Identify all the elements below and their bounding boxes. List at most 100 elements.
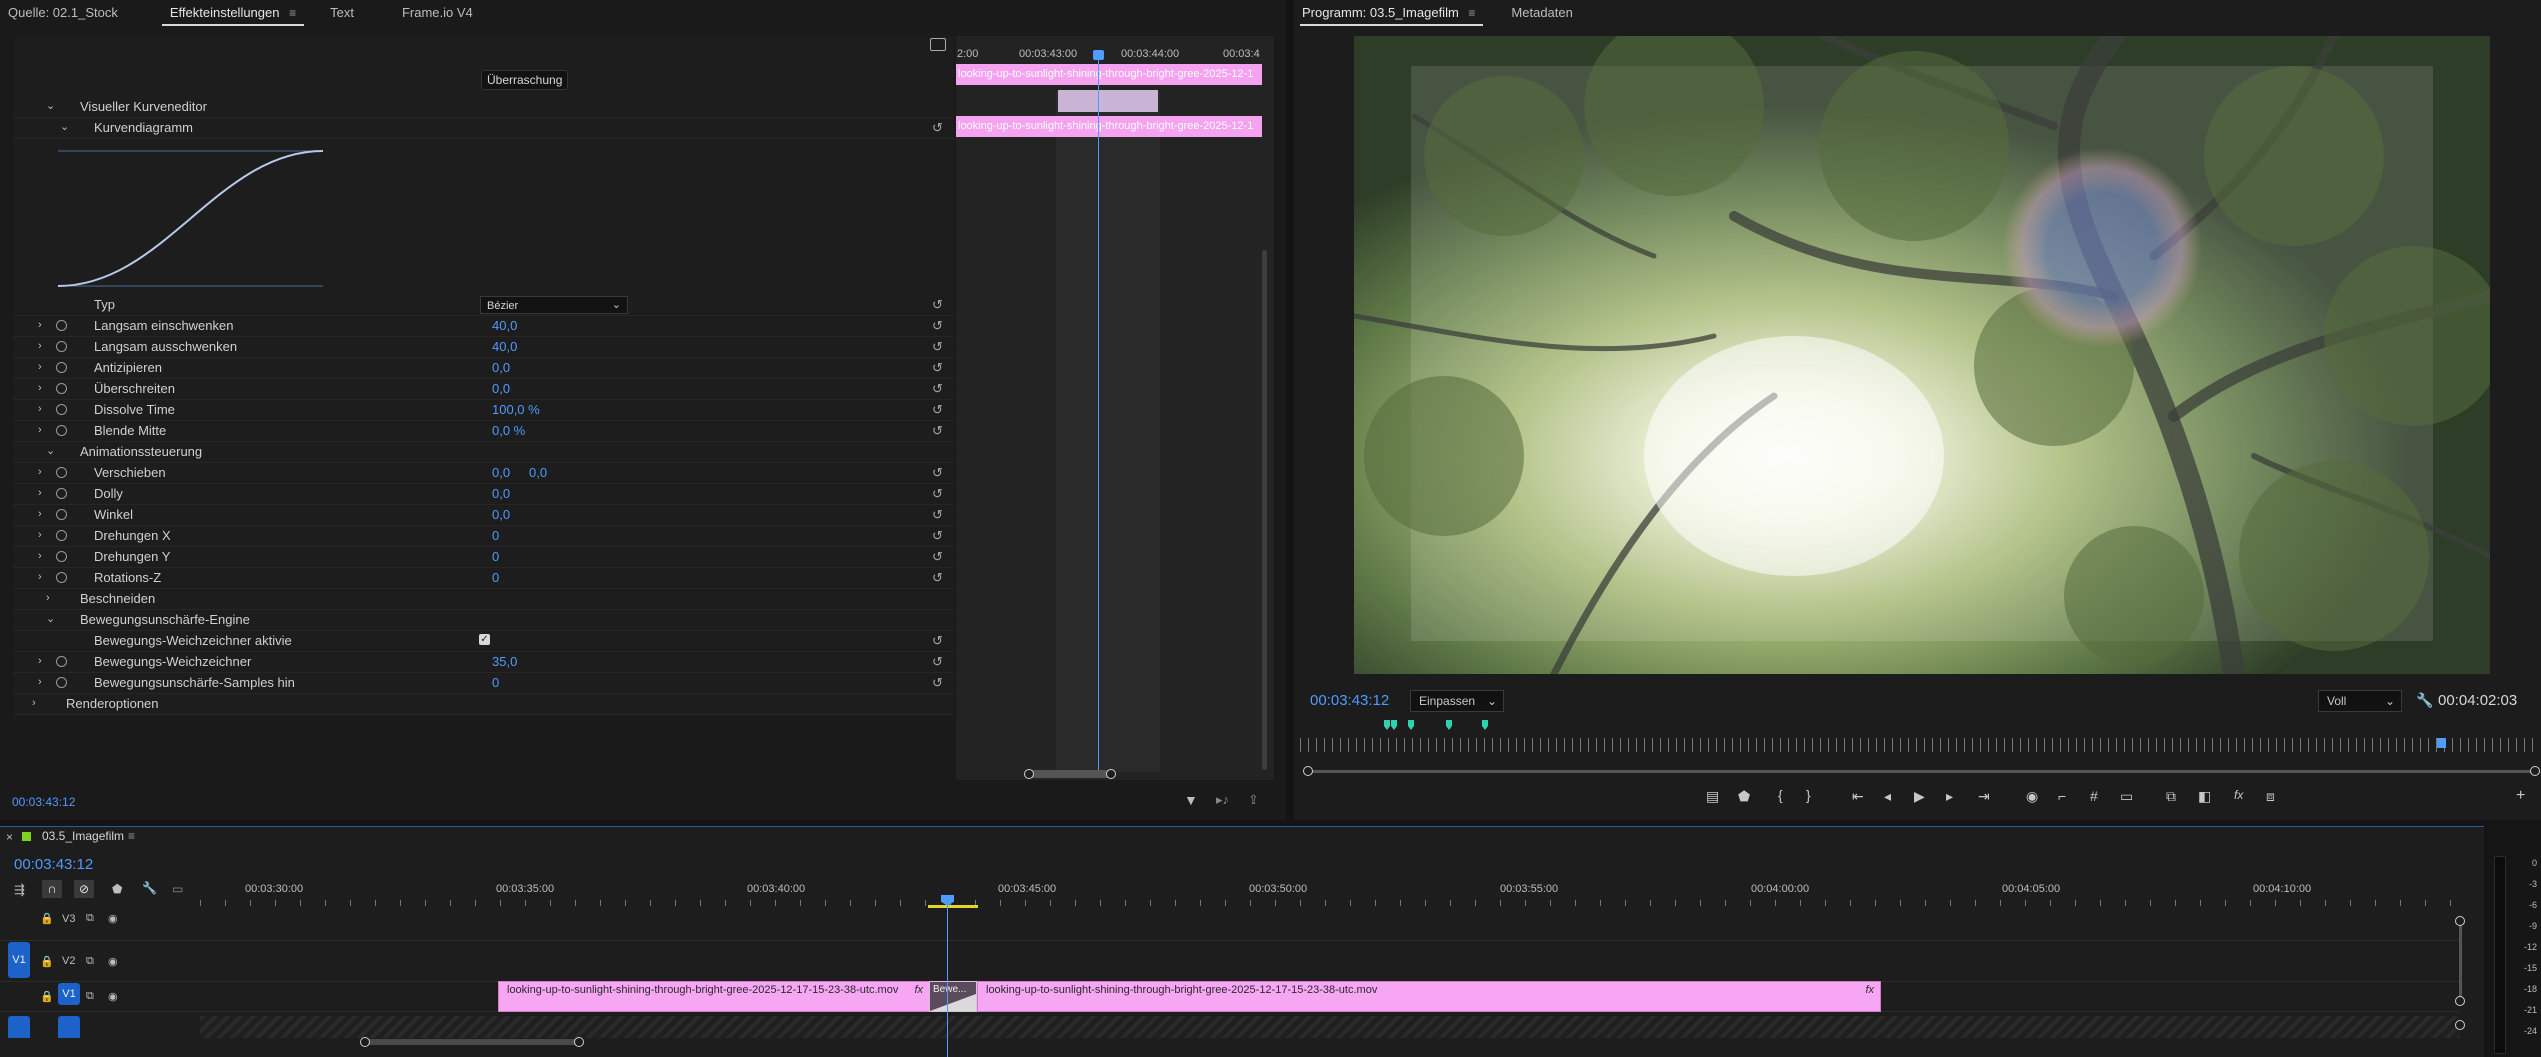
reset-icon[interactable]: ↺ <box>932 651 943 672</box>
mini-clip-top[interactable]: looking-up-to-sunlight-shining-through-b… <box>956 64 1262 85</box>
chevron-right-icon[interactable]: › <box>38 336 42 357</box>
remove-markers-icon[interactable]: ▤ <box>1706 788 1719 805</box>
easing-curve-graph[interactable] <box>58 148 323 290</box>
zoom-handle-left[interactable] <box>1024 769 1034 779</box>
audio-track-patch[interactable] <box>8 1016 30 1038</box>
reset-icon[interactable]: ↺ <box>932 336 943 357</box>
multi-camera-icon[interactable]: ⧉ <box>2166 788 2176 805</box>
chevron-right-icon[interactable]: › <box>38 399 42 420</box>
step-back-icon[interactable]: ◂ <box>1884 788 1891 805</box>
chevron-right-icon[interactable]: › <box>38 672 42 693</box>
panel-menu-icon[interactable]: ≡ <box>289 6 296 20</box>
reset-icon[interactable]: ↺ <box>932 315 943 336</box>
vertical-scroll-handle-bottom[interactable] <box>2455 996 2465 1006</box>
sequence-name[interactable]: 03.5_Imagefilm <box>42 829 124 843</box>
add-marker-icon[interactable]: ⬟ <box>112 882 122 896</box>
program-marker-strip[interactable] <box>1300 738 2540 752</box>
program-video-frame[interactable] <box>1354 36 2490 674</box>
program-zoom-handle-right[interactable] <box>2530 766 2540 776</box>
stopwatch-icon[interactable] <box>56 530 67 541</box>
motion-blur-checkbox[interactable]: ✓ <box>479 634 490 645</box>
stopwatch-icon[interactable] <box>56 677 67 688</box>
mini-vertical-scrollbar[interactable] <box>1262 250 1267 770</box>
stopwatch-icon[interactable] <box>56 341 67 352</box>
chevron-right-icon[interactable]: › <box>38 483 42 504</box>
proxy-toggle-icon[interactable]: ⧈ <box>2266 788 2275 805</box>
group-animation-control[interactable]: ⌄ Animationssteuerung <box>14 441 954 463</box>
reset-icon[interactable]: ↺ <box>932 462 943 483</box>
param-value[interactable]: 35,0 <box>492 651 517 672</box>
param-value[interactable]: 40,0 <box>492 336 517 357</box>
add-marker-icon[interactable]: ⬟ <box>1738 788 1750 805</box>
param-value[interactable]: 40,0 <box>492 315 517 336</box>
param-value[interactable]: 0,0 <box>492 357 510 378</box>
param-value[interactable]: 100,0 % <box>492 399 540 420</box>
reset-icon[interactable]: ↺ <box>932 672 943 693</box>
tab-effect-controls[interactable]: Effekteinstellungen ≡ <box>156 5 310 26</box>
group-crop[interactable]: › Beschneiden <box>14 588 954 610</box>
fit-dropdown[interactable]: Einpassen ⌄ <box>1410 690 1504 712</box>
param-value[interactable]: 0,0 <box>492 462 510 483</box>
mini-horizontal-scrollbar[interactable] <box>1026 770 1112 778</box>
work-area-bar[interactable] <box>928 905 978 908</box>
group-curve-diagram[interactable]: ⌄ Kurvendiagramm ↺ <box>14 117 954 139</box>
eye-icon[interactable]: ◉ <box>108 912 118 925</box>
reset-icon[interactable]: ↺ <box>932 483 943 504</box>
stopwatch-icon[interactable] <box>56 551 67 562</box>
track-target-v1[interactable]: V1 <box>58 983 80 1005</box>
program-zoom-handle-left[interactable] <box>1303 766 1313 776</box>
effect-controls-timecode[interactable]: 00:03:43:12 <box>12 795 75 809</box>
eye-icon[interactable]: ◉ <box>108 990 118 1003</box>
mini-transition-block[interactable] <box>1058 90 1158 112</box>
comparison-view-icon[interactable]: ▭ <box>2120 788 2133 805</box>
timeline-vertical-scrollbar[interactable] <box>2459 924 2462 1004</box>
lock-icon[interactable]: 🔒 <box>40 990 54 1003</box>
tab-text[interactable]: Text <box>316 5 368 20</box>
timeline-timecode[interactable]: 00:03:43:12 <box>14 856 93 873</box>
reset-icon[interactable]: ↺ <box>932 117 943 138</box>
wrench-icon[interactable]: 🔧 <box>142 881 157 895</box>
param-value[interactable]: 0 <box>492 525 499 546</box>
param-value[interactable]: 0,0 % <box>492 420 525 441</box>
export-icon[interactable]: ⇪ <box>1248 792 1259 808</box>
add-button-icon[interactable]: + <box>2516 787 2525 805</box>
param-value-2[interactable]: 0,0 <box>529 462 547 483</box>
timeline-menu-icon[interactable]: ≡ <box>128 829 135 843</box>
lock-icon[interactable]: 🔒 <box>40 955 54 968</box>
param-value[interactable]: 0,0 <box>492 483 510 504</box>
stopwatch-icon[interactable] <box>56 404 67 415</box>
reset-icon[interactable]: ↺ <box>932 525 943 546</box>
chevron-right-icon[interactable]: › <box>38 378 42 399</box>
eye-icon[interactable]: ◉ <box>108 955 118 968</box>
chevron-right-icon[interactable]: › <box>38 546 42 567</box>
vertical-scroll-handle-top[interactable] <box>2455 916 2465 926</box>
fx-toggle-icon[interactable]: fx <box>2234 788 2243 802</box>
sync-lock-icon[interactable]: ⧉ <box>86 912 94 925</box>
snap-icon[interactable]: ∩ <box>42 880 62 898</box>
tab-source[interactable]: Quelle: 02.1_Stock <box>0 5 132 20</box>
safe-margins-icon[interactable]: ⌐ <box>2058 788 2066 804</box>
chevron-right-icon[interactable]: › <box>38 651 42 672</box>
reset-icon[interactable]: ↺ <box>932 378 943 399</box>
go-to-out-icon[interactable]: ⇥ <box>1978 788 1990 805</box>
captions-icon[interactable]: ▭ <box>172 882 183 896</box>
grid-icon[interactable]: # <box>2090 788 2098 804</box>
export-frame-icon[interactable]: ◉ <box>2026 788 2038 805</box>
timeline-clip-b[interactable]: looking-up-to-sunlight-shining-through-b… <box>977 981 1881 1012</box>
close-tab-icon[interactable]: × <box>6 830 13 844</box>
stopwatch-icon[interactable] <box>56 467 67 478</box>
tab-program[interactable]: Programm: 03.5_Imagefilm ≡ <box>1294 5 1489 26</box>
play-audio-icon[interactable]: ▸♪ <box>1216 792 1229 808</box>
program-timecode[interactable]: 00:03:43:12 <box>1310 692 1389 709</box>
stopwatch-icon[interactable] <box>56 488 67 499</box>
lock-icon[interactable]: 🔒 <box>40 912 54 925</box>
audio-track-target[interactable] <box>58 1016 80 1038</box>
program-playhead[interactable] <box>2437 738 2446 748</box>
mini-playhead-handle[interactable] <box>1093 50 1104 60</box>
quality-dropdown[interactable]: Voll ⌄ <box>2318 690 2402 712</box>
play-icon[interactable]: ▶ <box>1914 788 1925 805</box>
chevron-right-icon[interactable]: › <box>38 315 42 336</box>
chevron-right-icon[interactable]: › <box>38 420 42 441</box>
program-zoom-bar[interactable] <box>1308 770 2536 773</box>
step-forward-icon[interactable]: ▸ <box>1946 788 1953 805</box>
